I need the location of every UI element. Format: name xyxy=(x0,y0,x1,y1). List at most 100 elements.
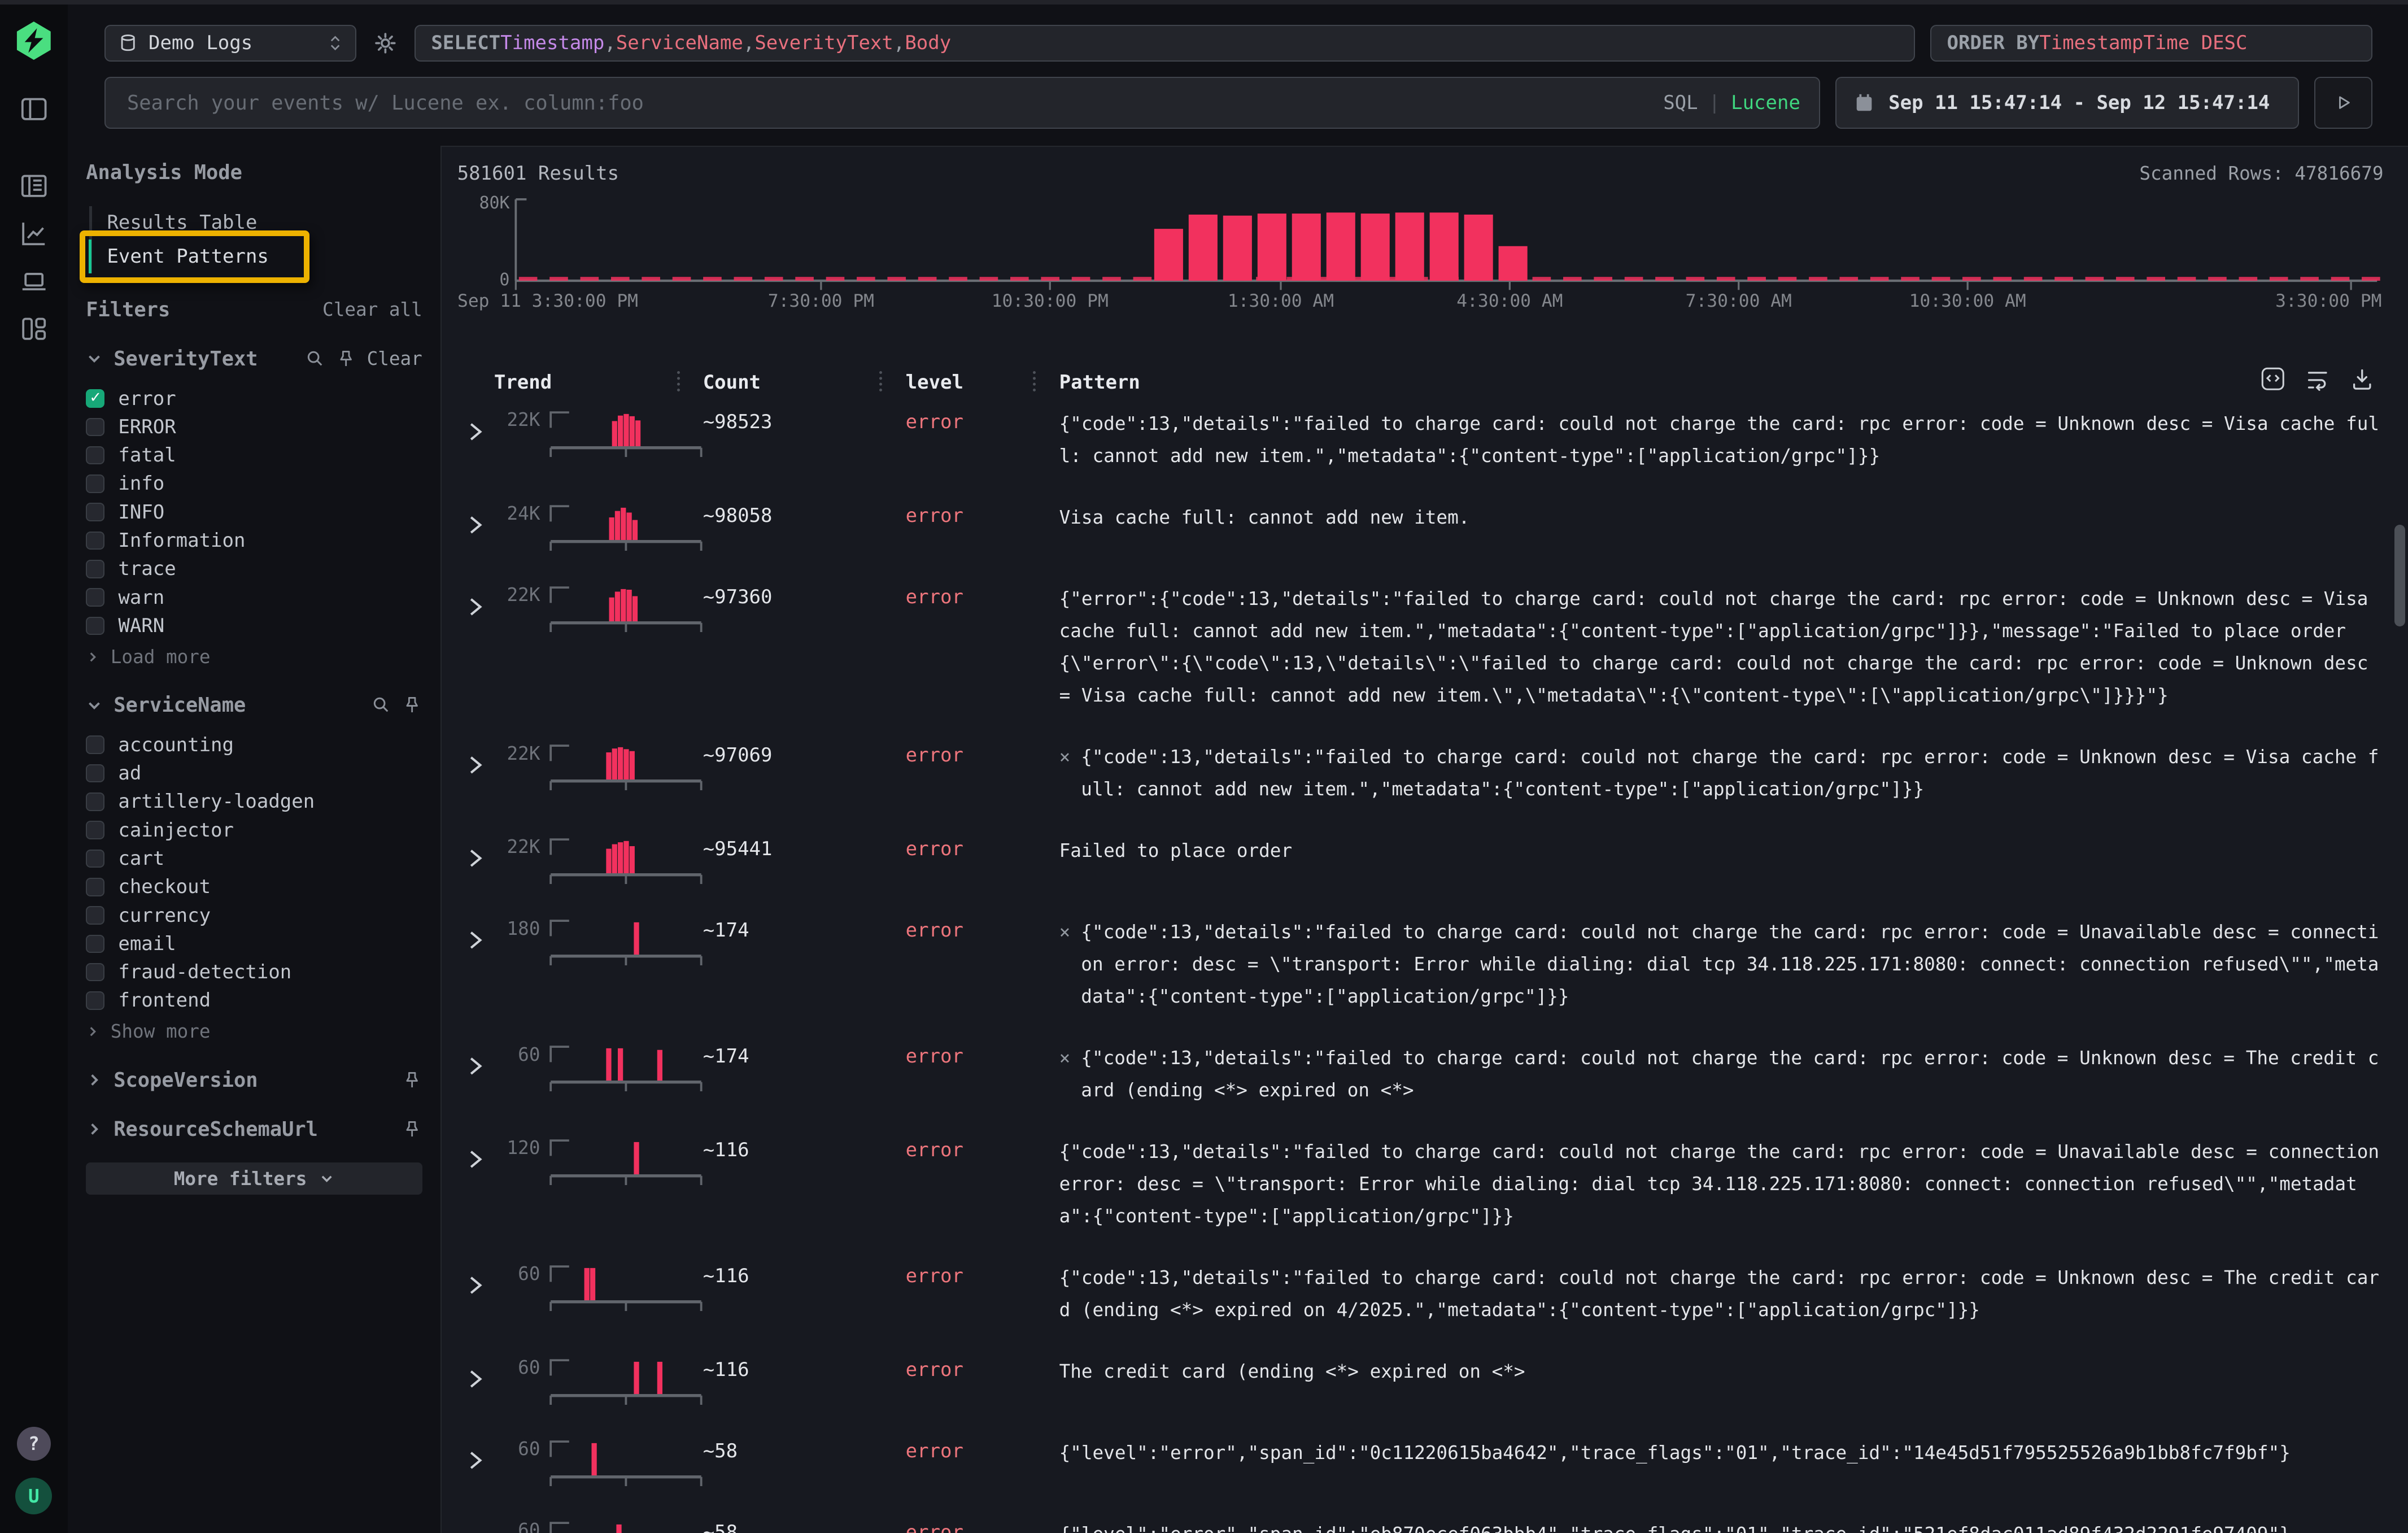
run-query-button[interactable] xyxy=(2314,77,2372,129)
filter-option[interactable]: error xyxy=(86,384,422,412)
filter-option[interactable]: ad xyxy=(86,759,422,787)
clear-all-filters-button[interactable]: Clear all xyxy=(322,299,422,320)
pattern-row[interactable]: 60 ~116 error × The credit card (ending … xyxy=(457,1342,2408,1423)
query-language-sql[interactable]: SQL xyxy=(1663,92,1698,114)
checkbox[interactable] xyxy=(86,418,104,437)
facet-clear-button[interactable]: Clear xyxy=(367,348,422,369)
time-range-picker[interactable]: Sep 11 15:47:14 - Sep 12 15:47:14 xyxy=(1835,77,2299,129)
column-header-count[interactable]: Count xyxy=(703,371,906,394)
filter-option[interactable]: trace xyxy=(86,555,422,583)
filter-option[interactable]: WARN xyxy=(86,612,422,640)
facet-name[interactable]: ServiceName xyxy=(114,694,246,717)
search-logs-icon[interactable] xyxy=(19,171,49,201)
facet-chevron-icon[interactable] xyxy=(86,697,103,714)
facet-name[interactable]: ScopeVersion xyxy=(114,1069,258,1092)
column-header-pattern[interactable]: Pattern xyxy=(1059,371,2384,394)
query-language-lucene[interactable]: Lucene xyxy=(1731,92,1800,114)
pattern-row[interactable]: 120 ~116 error × {"code":13,"details":"f… xyxy=(457,1122,2408,1248)
analysis-mode-item[interactable]: Event Patterns xyxy=(89,239,422,273)
filter-option[interactable]: fatal xyxy=(86,441,422,469)
column-header-level[interactable]: level xyxy=(906,371,1059,394)
facet-more-button[interactable]: Load more xyxy=(86,646,422,668)
row-expand-chevron-icon[interactable] xyxy=(457,754,494,777)
checkbox[interactable] xyxy=(86,764,104,783)
order-by-input[interactable]: ORDER BY TimestampTime DESC xyxy=(1930,25,2372,62)
facet-search-icon[interactable] xyxy=(306,349,325,369)
pattern-row[interactable]: 22K ~97069 error × {"code":13,"details":… xyxy=(457,727,2408,821)
source-select[interactable]: Demo Logs xyxy=(104,25,356,62)
checkbox[interactable] xyxy=(86,991,104,1010)
pattern-row[interactable]: 60 ~116 error × {"code":13,"details":"fa… xyxy=(457,1248,2408,1342)
row-expand-chevron-icon[interactable] xyxy=(457,1274,494,1297)
select-query-input[interactable]: SELECT Timestamp, ServiceName, SeverityT… xyxy=(415,25,1915,62)
pattern-row[interactable]: 22K ~98523 error × {"code":13,"details":… xyxy=(457,394,2408,487)
row-expand-chevron-icon[interactable] xyxy=(457,847,494,870)
checkbox[interactable] xyxy=(86,617,104,635)
text-wrap-icon[interactable] xyxy=(2305,367,2330,391)
row-expand-chevron-icon[interactable] xyxy=(457,929,494,952)
results-histogram[interactable]: 80K0Sep 11 3:30:00 PM7:30:00 PM10:30:00 … xyxy=(457,193,2408,313)
dismiss-x-icon[interactable]: × xyxy=(1059,916,1071,948)
filter-option[interactable]: accounting xyxy=(86,731,422,759)
facet-name[interactable]: SeverityText xyxy=(114,347,258,371)
chart-explorer-icon[interactable] xyxy=(19,218,49,249)
facet-more-button[interactable]: Show more xyxy=(86,1021,422,1042)
filter-option[interactable]: cainjector xyxy=(86,816,422,844)
pattern-row[interactable]: 24K ~98058 error × Visa cache full: cann… xyxy=(457,487,2408,569)
help-button[interactable]: ? xyxy=(17,1427,51,1461)
facet-pin-icon[interactable] xyxy=(402,695,422,715)
hyperdx-logo[interactable] xyxy=(15,21,53,60)
filter-option[interactable]: fraud-detection xyxy=(86,958,422,986)
checkbox[interactable] xyxy=(86,821,104,839)
dismiss-x-icon[interactable]: × xyxy=(1059,741,1071,773)
filter-option[interactable]: checkout xyxy=(86,873,422,901)
checkbox[interactable] xyxy=(86,935,104,953)
pattern-row[interactable]: 60 ~58 error × {"level":"error","span_id… xyxy=(457,1423,2408,1504)
row-expand-chevron-icon[interactable] xyxy=(457,595,494,619)
dismiss-x-icon[interactable]: × xyxy=(1059,1042,1071,1074)
filter-option[interactable]: artillery-loadgen xyxy=(86,787,422,816)
checkbox[interactable] xyxy=(86,503,104,521)
facet-name[interactable]: ResourceSchemaUrl xyxy=(114,1118,318,1141)
pattern-row[interactable]: 180 ~174 error × {"code":13,"details":"f… xyxy=(457,902,2408,1028)
facet-chevron-icon[interactable] xyxy=(86,1072,103,1088)
pattern-row[interactable]: 22K ~95441 error × Failed to place order xyxy=(457,821,2408,902)
checkbox[interactable] xyxy=(86,735,104,754)
search-input[interactable] xyxy=(124,90,1651,116)
dashboards-icon[interactable] xyxy=(19,313,49,344)
row-expand-chevron-icon[interactable] xyxy=(457,1148,494,1171)
checkbox[interactable] xyxy=(86,850,104,868)
row-expand-chevron-icon[interactable] xyxy=(457,1449,494,1472)
filter-option[interactable]: Information xyxy=(86,526,422,555)
analysis-mode-item[interactable]: Results Table xyxy=(89,206,422,240)
filter-option[interactable]: INFO xyxy=(86,498,422,526)
checkbox[interactable] xyxy=(86,446,104,465)
sessions-icon[interactable] xyxy=(19,265,49,296)
row-expand-chevron-icon[interactable] xyxy=(457,420,494,443)
row-expand-chevron-icon[interactable] xyxy=(457,513,494,537)
filter-option[interactable]: currency xyxy=(86,901,422,929)
facet-chevron-icon[interactable] xyxy=(86,350,103,367)
pattern-row[interactable]: 22K ~97360 error × {"error":{"code":13,"… xyxy=(457,569,2408,727)
checkbox[interactable] xyxy=(86,532,104,550)
row-expand-chevron-icon[interactable] xyxy=(457,1531,494,1533)
checkbox[interactable] xyxy=(86,560,104,578)
checkbox[interactable] xyxy=(86,474,104,493)
facet-pin-icon[interactable] xyxy=(336,349,356,369)
checkbox[interactable] xyxy=(86,389,104,408)
facet-chevron-icon[interactable] xyxy=(86,1121,103,1138)
download-icon[interactable] xyxy=(2350,367,2375,391)
filter-option[interactable]: frontend xyxy=(86,986,422,1014)
row-expand-chevron-icon[interactable] xyxy=(457,1367,494,1391)
checkbox[interactable] xyxy=(86,878,104,896)
filter-option[interactable]: cart xyxy=(86,844,422,873)
filter-option[interactable]: ERROR xyxy=(86,413,422,441)
user-avatar[interactable]: U xyxy=(15,1478,52,1514)
filter-option[interactable]: info xyxy=(86,469,422,498)
filter-option[interactable]: warn xyxy=(86,583,422,611)
checkbox[interactable] xyxy=(86,963,104,982)
filter-option[interactable]: email xyxy=(86,930,422,958)
pattern-row[interactable]: 60 ~58 error × {"level":"error","span_id… xyxy=(457,1504,2408,1533)
more-filters-button[interactable]: More filters xyxy=(86,1162,422,1195)
view-code-icon[interactable] xyxy=(2261,367,2285,391)
